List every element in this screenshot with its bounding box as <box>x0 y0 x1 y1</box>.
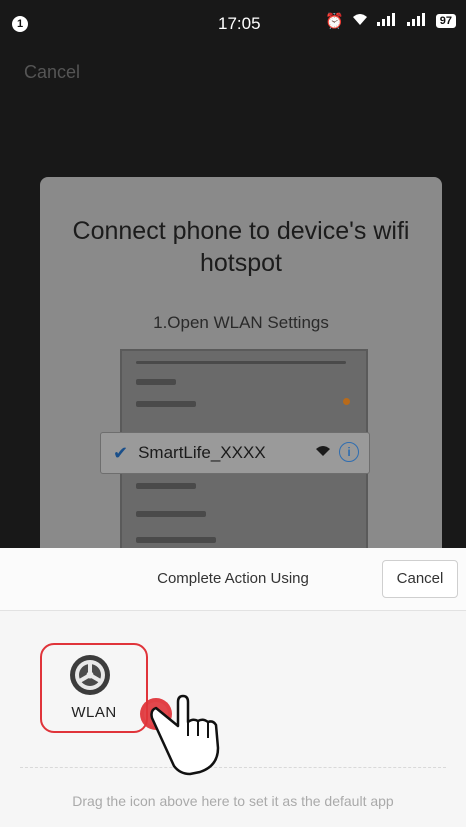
action-chooser-sheet: Complete Action Using Cancel WLAN Drag t… <box>0 548 466 827</box>
checkmark-icon: ✔ <box>113 442 129 463</box>
settings-gear-icon <box>70 655 110 695</box>
preview-wlan-row <box>136 401 196 407</box>
top-cancel-button[interactable]: Cancel <box>24 62 80 83</box>
wifi-network-highlight: ✔ SmartLife_XXXX i <box>100 432 370 474</box>
underlying-app: 1 17:05 ⏰ 97 Cancel Connect phone to dev… <box>0 0 466 548</box>
status-icons: ⏰ 97 <box>325 12 456 30</box>
app-option-label: WLAN <box>71 704 117 721</box>
drag-hint-text: Drag the icon above here to set it as th… <box>72 793 394 809</box>
alarm-icon: ⏰ <box>325 13 344 30</box>
wifi-icon <box>315 442 331 462</box>
info-icon: i <box>339 442 359 462</box>
preview-row <box>136 511 206 517</box>
notification-badge: 1 <box>12 16 28 32</box>
wifi-network-name: SmartLife_XXXX <box>138 443 266 462</box>
instruction-card: Connect phone to device's wifi hotspot 1… <box>40 177 442 548</box>
wifi-icon <box>352 12 368 30</box>
preview-row <box>136 483 196 489</box>
preview-status-row <box>136 361 346 364</box>
app-option-wlan[interactable]: WLAN <box>40 643 148 733</box>
status-time: 17:05 <box>218 14 261 33</box>
wifi-network-icons: i <box>315 442 359 462</box>
status-bar: 1 17:05 ⏰ 97 <box>0 0 466 48</box>
card-title: Connect phone to device's wifi hotspot <box>72 217 410 277</box>
drop-zone-divider <box>20 767 446 769</box>
preview-title-row <box>136 379 176 385</box>
preview-row <box>136 537 216 543</box>
sheet-cancel-button[interactable]: Cancel <box>382 560 458 598</box>
preview-toggle-dot <box>343 398 350 405</box>
card-step: 1.Open WLAN Settings <box>153 313 329 332</box>
pointing-hand-icon <box>150 694 220 776</box>
sheet-header: Complete Action Using Cancel <box>0 548 466 611</box>
signal-icon <box>406 12 428 30</box>
signal-icon <box>376 12 398 30</box>
battery-icon: 97 <box>435 14 456 28</box>
